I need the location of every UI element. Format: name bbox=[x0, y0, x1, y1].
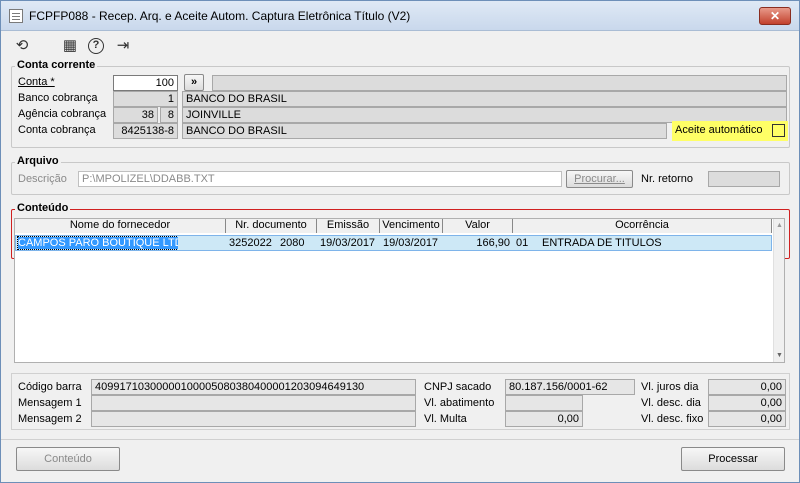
processar-button[interactable]: Processar bbox=[681, 447, 785, 471]
abatimento-label: Vl. abatimento bbox=[424, 397, 495, 409]
agencia-label: Agência cobrança bbox=[18, 108, 107, 120]
juros-field: 0,00 bbox=[708, 379, 786, 395]
multa-label: Vl. Multa bbox=[424, 413, 467, 425]
agencia-code-field: 38 bbox=[113, 107, 158, 123]
banco-name-field: BANCO DO BRASIL bbox=[182, 91, 787, 107]
table-cell-emissao[interactable]: 19/03/2017 bbox=[317, 235, 380, 251]
desc-fixo-label: Vl. desc. fixo bbox=[641, 413, 704, 425]
conta-label: Conta * bbox=[18, 76, 55, 88]
app-icon bbox=[9, 9, 23, 23]
agencia-digit-field: 8 bbox=[160, 107, 178, 123]
codigo-barra-label: Código barra bbox=[18, 381, 82, 393]
juros-label: Vl. juros dia bbox=[641, 381, 699, 393]
aceite-highlight: Aceite automático bbox=[672, 121, 788, 141]
conteudo-title: Conteúdo bbox=[15, 202, 71, 214]
scroll-up-icon[interactable]: ▲ bbox=[774, 219, 785, 232]
column-header-documento[interactable]: Nr. documento bbox=[226, 219, 317, 233]
mensagem1-field bbox=[91, 395, 416, 411]
conta-cobranca-label: Conta cobrança bbox=[18, 124, 96, 136]
banco-code-field: 1 bbox=[113, 91, 178, 107]
conteudo-button[interactable]: Conteúdo bbox=[16, 447, 120, 471]
aceite-label: Aceite automático bbox=[675, 124, 763, 136]
abatimento-field bbox=[505, 395, 583, 411]
arquivo-title: Arquivo bbox=[15, 155, 61, 167]
help-icon[interactable]: ? bbox=[88, 38, 104, 54]
table-cell-ocorrencia-code[interactable]: 01 bbox=[513, 235, 539, 251]
procurar-label: Procurar... bbox=[574, 173, 625, 185]
mensagem2-label: Mensagem 2 bbox=[18, 413, 82, 425]
conta-cobranca-bank-field: BANCO DO BRASIL bbox=[182, 123, 667, 139]
codigo-barra-field: 4099171030000010000508038040000120309464… bbox=[91, 379, 416, 395]
descricao-label: Descrição bbox=[18, 173, 67, 185]
column-header-vencimento[interactable]: Vencimento bbox=[380, 219, 443, 233]
column-header-ocorrencia[interactable]: Ocorrência bbox=[513, 219, 772, 233]
conta-cobranca-field: 8425138-8 bbox=[113, 123, 178, 139]
conta-input[interactable]: 100 bbox=[113, 75, 178, 91]
calendar-icon[interactable]: ▦ bbox=[61, 37, 79, 55]
footer-divider bbox=[1, 439, 799, 440]
conta-search-button[interactable]: » bbox=[184, 74, 204, 91]
scroll-down-icon[interactable]: ▼ bbox=[774, 349, 785, 362]
close-button[interactable]: ✕ bbox=[759, 7, 791, 25]
nr-retorno-label: Nr. retorno bbox=[641, 173, 693, 185]
column-header-emissao[interactable]: Emissão bbox=[317, 219, 380, 233]
cnpj-field: 80.187.156/0001-62 bbox=[505, 379, 635, 395]
banco-label: Banco cobrança bbox=[18, 92, 98, 104]
table-cell-fornecedor[interactable]: CAMPOS PARO BOUTIQUE LTDA bbox=[16, 235, 178, 251]
aceite-checkbox[interactable] bbox=[772, 124, 785, 137]
conta-description-field bbox=[212, 75, 787, 91]
multa-field: 0,00 bbox=[505, 411, 583, 427]
table-cell-valor[interactable]: 166,90 bbox=[443, 235, 513, 251]
mensagem2-field bbox=[91, 411, 416, 427]
desc-dia-label: Vl. desc. dia bbox=[641, 397, 701, 409]
table-cell-documento-seq[interactable]: 2080 bbox=[277, 235, 317, 251]
desc-fixo-field: 0,00 bbox=[708, 411, 786, 427]
table-cell-vencimento[interactable]: 19/03/2017 bbox=[380, 235, 443, 251]
conta-corrente-title: Conta corrente bbox=[15, 59, 98, 71]
column-header-fornecedor[interactable]: Nome do fornecedor bbox=[15, 219, 226, 233]
main-window: FCPFP088 - Recep. Arq. e Aceite Autom. C… bbox=[0, 0, 800, 483]
exit-icon[interactable]: ⇥ bbox=[114, 37, 132, 55]
column-header-valor[interactable]: Valor bbox=[443, 219, 513, 233]
descricao-field[interactable]: P:\MPOLIZEL\DDABB.TXT bbox=[78, 171, 562, 187]
cnpj-label: CNPJ sacado bbox=[424, 381, 492, 393]
table-cell-ocorrencia-desc[interactable]: ENTRADA DE TITULOS bbox=[539, 235, 769, 251]
refresh-icon[interactable]: ⟲ bbox=[13, 37, 31, 55]
desc-dia-field: 0,00 bbox=[708, 395, 786, 411]
window-title: FCPFP088 - Recep. Arq. e Aceite Autom. C… bbox=[29, 9, 411, 23]
procurar-button[interactable]: Procurar... bbox=[566, 170, 633, 188]
title-bar: FCPFP088 - Recep. Arq. e Aceite Autom. C… bbox=[1, 1, 799, 31]
fornecedor-value: CAMPOS PARO BOUTIQUE LTDA bbox=[17, 236, 178, 250]
mensagem1-label: Mensagem 1 bbox=[18, 397, 82, 409]
grid-scrollbar[interactable]: ▲ ▼ bbox=[773, 219, 784, 362]
table-cell-documento[interactable]: 3252022 bbox=[226, 235, 276, 251]
nr-retorno-field bbox=[708, 171, 780, 187]
